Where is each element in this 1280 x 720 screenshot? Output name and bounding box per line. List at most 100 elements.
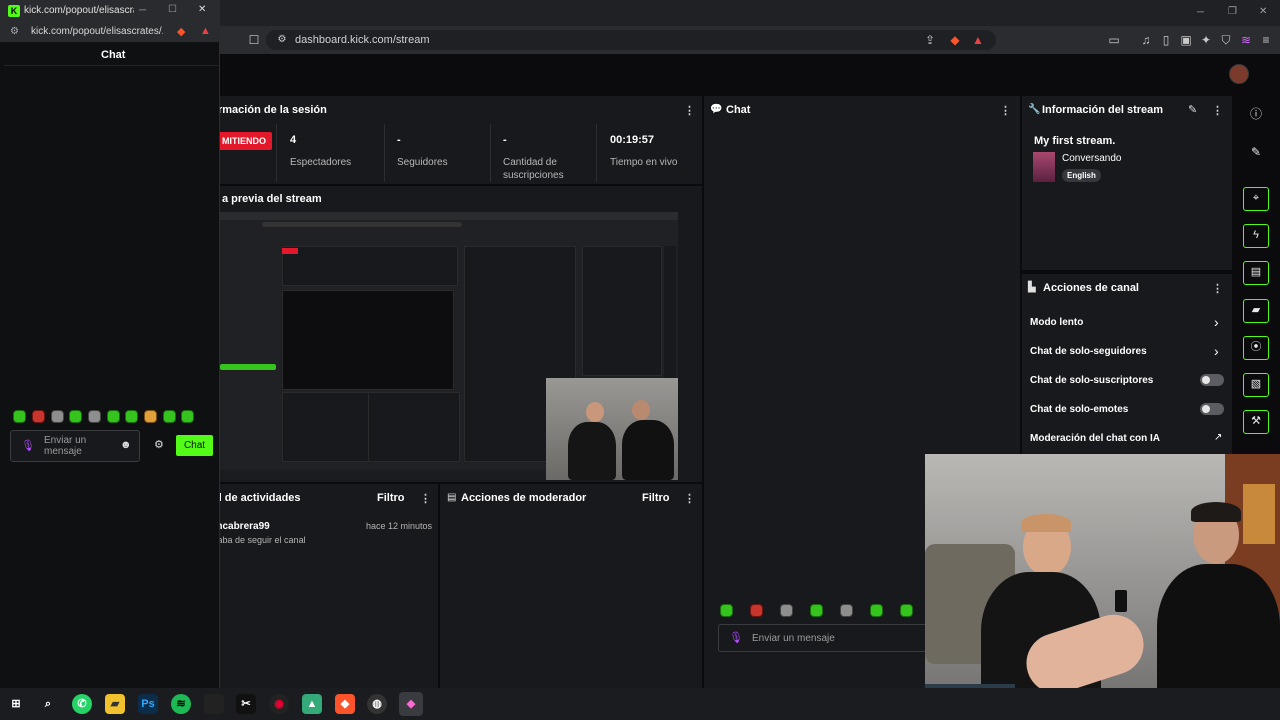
brave-rewards-icon[interactable]: ▲	[200, 25, 211, 37]
chat-icon[interactable]: ▰	[1243, 299, 1269, 323]
emote[interactable]	[32, 410, 45, 423]
stream-info-panel: 🔧 Información del stream ✎ ⋮ My first st…	[1022, 96, 1232, 270]
kebab-menu-icon[interactable]: ⋮	[1212, 104, 1223, 117]
emote[interactable]	[181, 410, 194, 423]
activity-feed-filter[interactable]: Filtro	[377, 492, 405, 504]
lightning-icon[interactable]: ϟ	[1243, 224, 1269, 248]
brave-shield-icon[interactable]: ◆	[947, 32, 963, 48]
layout-icon[interactable]: ▧	[1243, 373, 1269, 397]
emote[interactable]	[13, 410, 26, 423]
kebab-menu-icon[interactable]: ⋮	[684, 492, 695, 505]
bookmark-icon[interactable]: ☐	[246, 32, 262, 48]
action-row-subscribers-only[interactable]: Chat de solo-suscriptores	[1030, 372, 1230, 390]
app-icon[interactable]	[204, 694, 224, 714]
popout-chat-window: K kick.com/popout/elisascrates... ─ ☐ ✕ …	[0, 0, 220, 688]
scan-icon[interactable]: ⌖	[1243, 187, 1269, 211]
emotes-only-toggle[interactable]	[1200, 403, 1224, 415]
broadcast-icon[interactable]: ⦿	[1243, 336, 1269, 360]
emote[interactable]	[900, 604, 913, 617]
mod-actions-filter[interactable]: Filtro	[642, 492, 670, 504]
maximize-icon[interactable]: ☐	[168, 4, 177, 15]
right-toolbar: ⓘ ✎ ⌖ ϟ ▤ ▰ ⦿ ▧ ⚒	[1236, 96, 1278, 434]
minimize-icon[interactable]: ─	[1197, 7, 1204, 18]
wallet-icon[interactable]: ▣	[1178, 32, 1194, 48]
menu-icon[interactable]: ≡	[1258, 32, 1274, 48]
emote[interactable]	[870, 604, 883, 617]
brave-rewards-icon[interactable]: ▲	[970, 32, 986, 48]
emote[interactable]	[810, 604, 823, 617]
pencil-icon[interactable]: ✎	[1243, 140, 1269, 164]
share-icon[interactable]: ⇪	[922, 32, 938, 48]
photoshop-icon[interactable]: Ps	[138, 694, 158, 714]
restore-icon[interactable]: ❐	[1228, 6, 1237, 17]
chevron-right-icon[interactable]: ›	[1214, 343, 1219, 359]
emote[interactable]	[125, 410, 138, 423]
activity-action: acaba de seguir el canal	[208, 535, 306, 545]
emote[interactable]	[144, 410, 157, 423]
avatar[interactable]	[1229, 64, 1249, 84]
wrench-icon[interactable]: ⚒	[1243, 410, 1269, 434]
emote[interactable]	[69, 410, 82, 423]
microphone-icon[interactable]: 🎙	[21, 439, 35, 452]
kebab-menu-icon[interactable]: ⋮	[1000, 104, 1011, 117]
kebab-menu-icon[interactable]: ⋮	[420, 492, 431, 505]
chevron-right-icon[interactable]: ›	[1214, 314, 1219, 330]
external-link-icon[interactable]: ↗	[1214, 432, 1222, 443]
send-chat-button[interactable]: Chat	[176, 435, 213, 456]
windows-start-icon[interactable]: ⊞	[6, 694, 26, 714]
emote[interactable]	[840, 604, 853, 617]
subscribers-only-toggle[interactable]	[1200, 374, 1224, 386]
popout-url[interactable]: kick.com/popout/elisascrates/...	[31, 26, 163, 37]
panel-icon[interactable]: ▯	[1158, 32, 1174, 48]
extension-icon[interactable]: ≋	[1238, 32, 1254, 48]
emote[interactable]	[163, 410, 176, 423]
mod-actions-panel: ▤ Acciones de moderador Filtro ⋮	[440, 484, 702, 688]
brave-shield-icon[interactable]: ◆	[177, 25, 185, 38]
brave-browser-icon[interactable]: ◆	[335, 694, 355, 714]
minimize-icon[interactable]: ─	[139, 5, 146, 16]
action-row-slow-mode[interactable]: Modo lento ›	[1030, 314, 1230, 332]
active-app-icon[interactable]: ◆	[399, 692, 423, 716]
emote-bar	[13, 410, 203, 424]
emoji-icon[interactable]: ☻	[120, 439, 132, 451]
emote[interactable]	[750, 604, 763, 617]
recorder-icon[interactable]: ◉	[269, 694, 289, 714]
kebab-menu-icon[interactable]: ⋮	[684, 104, 695, 117]
close-icon[interactable]: ✕	[198, 4, 206, 15]
app-icon[interactable]: ▲	[302, 694, 322, 714]
obs-icon[interactable]: ◍	[367, 694, 387, 714]
info-icon[interactable]: ⓘ	[1243, 102, 1269, 126]
emote[interactable]	[780, 604, 793, 617]
capcut-icon[interactable]: ✂	[236, 694, 256, 714]
close-icon[interactable]: ✕	[1259, 6, 1267, 17]
emote[interactable]	[720, 604, 733, 617]
action-row-ai-moderation[interactable]: Moderación del chat con IA ↗	[1030, 430, 1230, 448]
stream-preview-video[interactable]	[202, 212, 678, 480]
webcam-overlay	[925, 454, 1280, 720]
site-settings-icon[interactable]: ⚙	[274, 32, 290, 48]
category-thumbnail	[1033, 152, 1055, 182]
stream-category[interactable]: Conversando	[1062, 153, 1121, 164]
file-explorer-icon[interactable]: ▰	[105, 694, 125, 714]
emote[interactable]	[107, 410, 120, 423]
search-icon[interactable]: ⌕	[38, 694, 58, 714]
emote[interactable]	[88, 410, 101, 423]
music-icon[interactable]: ♫	[1138, 32, 1154, 48]
emote[interactable]	[51, 410, 64, 423]
microphone-icon[interactable]: 🎙	[729, 631, 743, 644]
popout-chat-input[interactable]: 🎙 Enviar un mensaje ☻	[10, 430, 140, 462]
action-row-emotes-only[interactable]: Chat de solo-emotes	[1030, 401, 1230, 419]
settings-icon[interactable]: ⚙	[154, 438, 164, 451]
sidebar-icon[interactable]: ▭	[1106, 32, 1122, 48]
vpn-icon[interactable]: ⛉	[1218, 32, 1234, 48]
leo-icon[interactable]: ✦	[1198, 32, 1214, 48]
notes-icon[interactable]: ▤	[1243, 261, 1269, 285]
site-settings-icon[interactable]: ⚙	[10, 26, 19, 37]
kebab-menu-icon[interactable]: ⋮	[1212, 282, 1223, 295]
live-time-value: 00:19:57	[610, 134, 655, 146]
whatsapp-icon[interactable]: ✆	[72, 694, 92, 714]
action-row-followers-only[interactable]: Chat de solo-seguidores ›	[1030, 343, 1230, 361]
wrench-icon: 🔧	[1028, 104, 1041, 115]
spotify-icon[interactable]: ≋	[171, 694, 191, 714]
edit-icon[interactable]: ✎	[1188, 103, 1197, 116]
